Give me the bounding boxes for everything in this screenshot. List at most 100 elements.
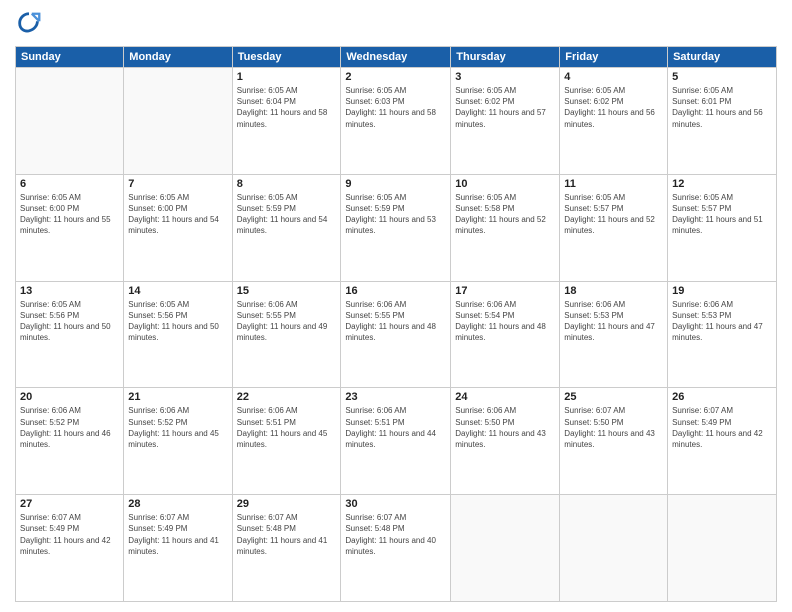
- day-info: Sunrise: 6:07 AM Sunset: 5:48 PM Dayligh…: [237, 512, 337, 557]
- day-info: Sunrise: 6:05 AM Sunset: 6:00 PM Dayligh…: [20, 192, 119, 237]
- day-info: Sunrise: 6:07 AM Sunset: 5:49 PM Dayligh…: [128, 512, 227, 557]
- day-info: Sunrise: 6:06 AM Sunset: 5:55 PM Dayligh…: [237, 299, 337, 344]
- logo: [15, 10, 47, 38]
- weekday-header-friday: Friday: [560, 47, 668, 68]
- day-number: 15: [237, 285, 337, 297]
- day-number: 25: [564, 391, 663, 403]
- day-info: Sunrise: 6:07 AM Sunset: 5:49 PM Dayligh…: [672, 405, 772, 450]
- day-number: 3: [455, 71, 555, 83]
- day-number: 1: [237, 71, 337, 83]
- calendar-cell: 24 Sunrise: 6:06 AM Sunset: 5:50 PM Dayli…: [451, 388, 560, 495]
- page: SundayMondayTuesdayWednesdayThursdayFrid…: [0, 0, 792, 612]
- day-number: 27: [20, 498, 119, 510]
- day-number: 20: [20, 391, 119, 403]
- calendar-cell: 17Sunrise: 6:06 AM Sunset: 5:54 PM Dayli…: [451, 281, 560, 388]
- calendar-cell: 8 Sunrise: 6:05 AM Sunset: 5:59 PM Daylig…: [232, 174, 341, 281]
- calendar-cell: 3Sunrise: 6:05 AM Sunset: 6:02 PM Daylig…: [451, 68, 560, 175]
- day-number: 13: [20, 285, 119, 297]
- day-info: Sunrise: 6:06 AM Sunset: 5:53 PM Dayligh…: [564, 299, 663, 344]
- calendar-cell: 2 Sunrise: 6:05 AM Sunset: 6:03 PM Daylig…: [341, 68, 451, 175]
- day-number: 24: [455, 391, 555, 403]
- weekday-header-row: SundayMondayTuesdayWednesdayThursdayFrid…: [16, 47, 777, 68]
- calendar-week-row: 13 Sunrise: 6:05 AM Sunset: 5:56 PM Dayli…: [16, 281, 777, 388]
- calendar-cell: 16 Sunrise: 6:06 AM Sunset: 5:55 PM Dayli…: [341, 281, 451, 388]
- day-info: Sunrise: 6:06 AM Sunset: 5:50 PM Dayligh…: [455, 405, 555, 450]
- day-number: 18: [564, 285, 663, 297]
- calendar-cell: 6Sunrise: 6:05 AM Sunset: 6:00 PM Daylig…: [16, 174, 124, 281]
- day-number: 2: [345, 71, 446, 83]
- day-number: 14: [128, 285, 227, 297]
- calendar-week-row: 20 Sunrise: 6:06 AM Sunset: 5:52 PM Dayli…: [16, 388, 777, 495]
- day-number: 7: [128, 178, 227, 190]
- calendar-cell: 22 Sunrise: 6:06 AM Sunset: 5:51 PM Dayli…: [232, 388, 341, 495]
- day-info: Sunrise: 6:05 AM Sunset: 6:03 PM Dayligh…: [345, 85, 446, 130]
- calendar-week-row: 6Sunrise: 6:05 AM Sunset: 6:00 PM Daylig…: [16, 174, 777, 281]
- calendar-cell: 12Sunrise: 6:05 AM Sunset: 5:57 PM Dayli…: [668, 174, 777, 281]
- weekday-header-sunday: Sunday: [16, 47, 124, 68]
- day-number: 29: [237, 498, 337, 510]
- day-info: Sunrise: 6:07 AM Sunset: 5:48 PM Dayligh…: [345, 512, 446, 557]
- weekday-header-thursday: Thursday: [451, 47, 560, 68]
- day-number: 30: [345, 498, 446, 510]
- weekday-header-monday: Monday: [124, 47, 232, 68]
- day-info: Sunrise: 6:05 AM Sunset: 6:00 PM Dayligh…: [128, 192, 227, 237]
- calendar-cell: [16, 68, 124, 175]
- calendar-cell: 21 Sunrise: 6:06 AM Sunset: 5:52 PM Dayli…: [124, 388, 232, 495]
- day-info: Sunrise: 6:05 AM Sunset: 5:59 PM Dayligh…: [237, 192, 337, 237]
- calendar-cell: 26 Sunrise: 6:07 AM Sunset: 5:49 PM Dayli…: [668, 388, 777, 495]
- day-number: 5: [672, 71, 772, 83]
- day-info: Sunrise: 6:05 AM Sunset: 5:57 PM Dayligh…: [564, 192, 663, 237]
- logo-icon: [15, 10, 43, 38]
- calendar-cell: 5 Sunrise: 6:05 AM Sunset: 6:01 PM Daylig…: [668, 68, 777, 175]
- calendar-cell: [124, 68, 232, 175]
- calendar-cell: 10Sunrise: 6:05 AM Sunset: 5:58 PM Dayli…: [451, 174, 560, 281]
- weekday-header-wednesday: Wednesday: [341, 47, 451, 68]
- calendar-cell: 4Sunrise: 6:05 AM Sunset: 6:02 PM Daylig…: [560, 68, 668, 175]
- calendar-cell: 19Sunrise: 6:06 AM Sunset: 5:53 PM Dayli…: [668, 281, 777, 388]
- calendar-cell: [668, 495, 777, 602]
- calendar-week-row: 27 Sunrise: 6:07 AM Sunset: 5:49 PM Dayli…: [16, 495, 777, 602]
- day-number: 23: [345, 391, 446, 403]
- day-info: Sunrise: 6:06 AM Sunset: 5:52 PM Dayligh…: [128, 405, 227, 450]
- day-number: 21: [128, 391, 227, 403]
- calendar-cell: 23 Sunrise: 6:06 AM Sunset: 5:51 PM Dayli…: [341, 388, 451, 495]
- calendar-cell: [560, 495, 668, 602]
- calendar-cell: 18 Sunrise: 6:06 AM Sunset: 5:53 PM Dayli…: [560, 281, 668, 388]
- day-info: Sunrise: 6:06 AM Sunset: 5:55 PM Dayligh…: [345, 299, 446, 344]
- day-number: 28: [128, 498, 227, 510]
- calendar-cell: 27 Sunrise: 6:07 AM Sunset: 5:49 PM Dayli…: [16, 495, 124, 602]
- day-number: 16: [345, 285, 446, 297]
- calendar-cell: 25 Sunrise: 6:07 AM Sunset: 5:50 PM Dayli…: [560, 388, 668, 495]
- day-number: 9: [345, 178, 446, 190]
- day-info: Sunrise: 6:07 AM Sunset: 5:50 PM Dayligh…: [564, 405, 663, 450]
- day-number: 11: [564, 178, 663, 190]
- weekday-header-tuesday: Tuesday: [232, 47, 341, 68]
- day-info: Sunrise: 6:05 AM Sunset: 5:57 PM Dayligh…: [672, 192, 772, 237]
- calendar-cell: 15 Sunrise: 6:06 AM Sunset: 5:55 PM Dayli…: [232, 281, 341, 388]
- calendar-cell: 28 Sunrise: 6:07 AM Sunset: 5:49 PM Dayli…: [124, 495, 232, 602]
- day-info: Sunrise: 6:05 AM Sunset: 6:02 PM Dayligh…: [564, 85, 663, 130]
- day-info: Sunrise: 6:06 AM Sunset: 5:51 PM Dayligh…: [237, 405, 337, 450]
- calendar-week-row: 1Sunrise: 6:05 AM Sunset: 6:04 PM Daylig…: [16, 68, 777, 175]
- day-info: Sunrise: 6:06 AM Sunset: 5:51 PM Dayligh…: [345, 405, 446, 450]
- calendar-cell: 13Sunrise: 6:05 AM Sunset: 5:56 PM Dayli…: [16, 281, 124, 388]
- calendar-table: SundayMondayTuesdayWednesdayThursdayFrid…: [15, 46, 777, 602]
- day-number: 22: [237, 391, 337, 403]
- calendar-cell: 9Sunrise: 6:05 AM Sunset: 5:59 PM Daylig…: [341, 174, 451, 281]
- day-info: Sunrise: 6:05 AM Sunset: 6:01 PM Dayligh…: [672, 85, 772, 130]
- calendar-cell: 14 Sunrise: 6:05 AM Sunset: 5:56 PM Dayli…: [124, 281, 232, 388]
- day-number: 26: [672, 391, 772, 403]
- day-number: 8: [237, 178, 337, 190]
- calendar-cell: 20 Sunrise: 6:06 AM Sunset: 5:52 PM Dayli…: [16, 388, 124, 495]
- calendar-cell: 1Sunrise: 6:05 AM Sunset: 6:04 PM Daylig…: [232, 68, 341, 175]
- calendar-cell: [451, 495, 560, 602]
- calendar-cell: 29 Sunrise: 6:07 AM Sunset: 5:48 PM Dayli…: [232, 495, 341, 602]
- day-info: Sunrise: 6:06 AM Sunset: 5:52 PM Dayligh…: [20, 405, 119, 450]
- calendar-cell: 30 Sunrise: 6:07 AM Sunset: 5:48 PM Dayli…: [341, 495, 451, 602]
- day-number: 19: [672, 285, 772, 297]
- calendar-cell: 7 Sunrise: 6:05 AM Sunset: 6:00 PM Daylig…: [124, 174, 232, 281]
- day-info: Sunrise: 6:06 AM Sunset: 5:54 PM Dayligh…: [455, 299, 555, 344]
- day-number: 10: [455, 178, 555, 190]
- day-info: Sunrise: 6:05 AM Sunset: 5:56 PM Dayligh…: [128, 299, 227, 344]
- day-info: Sunrise: 6:07 AM Sunset: 5:49 PM Dayligh…: [20, 512, 119, 557]
